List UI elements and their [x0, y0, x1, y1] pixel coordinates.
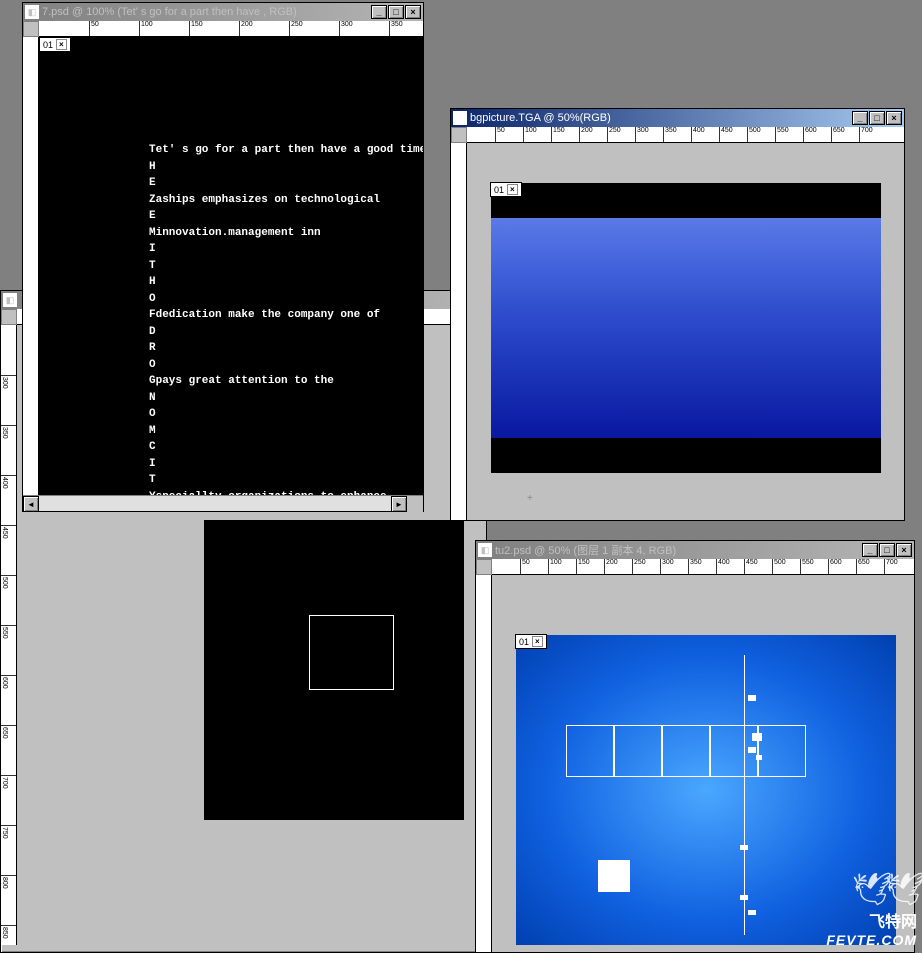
win2-ruler-horizontal[interactable]: 5010015020025030035040045050055060065070…	[467, 127, 904, 143]
win1-titlebar[interactable]: ◧ 7.psd @ 100% (Tet' s go for a part the…	[23, 3, 423, 21]
win3-ruler-vertical[interactable]	[476, 575, 492, 952]
document-tab[interactable]: 01 ×	[39, 37, 71, 52]
app-icon: ◧	[478, 543, 492, 557]
minimize-button[interactable]: _	[862, 543, 878, 557]
document-tab[interactable]: 01 ×	[515, 634, 547, 649]
tab-label: 01	[494, 185, 504, 195]
document-canvas-black	[204, 520, 464, 820]
ruler-corner	[23, 21, 39, 37]
small-square	[756, 755, 762, 760]
app-icon: ◧	[3, 293, 17, 307]
scroll-right-button[interactable]: ►	[391, 496, 407, 512]
gradient-fill	[491, 218, 881, 438]
vertical-guide	[744, 655, 745, 935]
tab-label: 01	[519, 637, 529, 647]
box-row	[566, 725, 806, 777]
ruler-corner	[451, 127, 467, 143]
tab-close-icon[interactable]: ×	[532, 636, 543, 647]
small-square	[752, 733, 762, 741]
minimize-button[interactable]: _	[852, 111, 868, 125]
small-square	[740, 895, 748, 900]
window-7-psd: ◧ 7.psd @ 100% (Tet' s go for a part the…	[22, 2, 424, 512]
win3-ruler-horizontal[interactable]: 5010015020025030035040045050055060065070…	[492, 559, 914, 575]
watermark-url: FEVTE.COM	[826, 932, 917, 948]
app-icon: ◧	[25, 5, 39, 19]
maximize-button[interactable]: □	[879, 543, 895, 557]
ruler-corner	[1, 309, 17, 325]
close-button[interactable]: ×	[886, 111, 902, 125]
ruler-corner	[476, 559, 492, 575]
win1-title: 7.psd @ 100% (Tet' s go for a part then …	[42, 6, 370, 18]
small-square	[748, 695, 756, 701]
maximize-button[interactable]: □	[388, 5, 404, 19]
close-button[interactable]: ×	[896, 543, 912, 557]
solid-square	[598, 860, 630, 892]
small-square	[748, 910, 756, 915]
minimize-button[interactable]: _	[371, 5, 387, 19]
win1-ruler-vertical[interactable]	[23, 37, 39, 495]
maximize-button[interactable]: □	[869, 111, 885, 125]
win3-title: tu2.psd @ 50% (图层 1 副本 4, RGB)	[495, 542, 861, 558]
scroll-left-button[interactable]: ◄	[23, 496, 39, 512]
document-text-content: Tet' s go for a part then have a good ti…	[149, 142, 423, 495]
win1-scrollbar-horizontal[interactable]: ◄ ►	[23, 495, 423, 511]
win2-ruler-vertical[interactable]	[451, 143, 467, 520]
watermark-text: 飞特网	[826, 908, 917, 932]
center-crosshair-icon: +	[527, 493, 537, 503]
app-icon: ◧	[453, 111, 467, 125]
scroll-corner	[407, 496, 423, 512]
wings-icon: 🕊🕊	[826, 870, 917, 908]
win2-canvas[interactable]: 01 × +	[467, 143, 904, 520]
outline-box	[566, 725, 614, 777]
outline-box	[758, 725, 806, 777]
small-square	[740, 845, 748, 850]
win2-title: bgpicture.TGA @ 50%(RGB)	[470, 112, 851, 124]
close-button[interactable]: ×	[405, 5, 421, 19]
small-square	[748, 747, 756, 753]
win1-ruler-horizontal[interactable]: 50100150200250300350	[39, 21, 423, 37]
selection-rectangle[interactable]	[309, 615, 394, 690]
outline-box	[662, 725, 710, 777]
win1-canvas[interactable]: 01 × Tet' s go for a part then have a go…	[39, 37, 423, 495]
document-canvas: 01 ×	[491, 183, 881, 473]
scroll-track[interactable]	[39, 496, 391, 511]
win3-titlebar[interactable]: ◧ tu2.psd @ 50% (图层 1 副本 4, RGB) _ □ ×	[476, 541, 914, 559]
outline-box	[614, 725, 662, 777]
window-bgpicture-tga: ◧ bgpicture.TGA @ 50%(RGB) _ □ × 5010015…	[450, 108, 905, 521]
bg-ruler-vertical[interactable]: 300350400450500550600650700750800850	[1, 325, 17, 945]
tab-close-icon[interactable]: ×	[56, 39, 67, 50]
document-tab[interactable]: 01 ×	[490, 182, 522, 197]
tab-label: 01	[43, 40, 53, 50]
win2-titlebar[interactable]: ◧ bgpicture.TGA @ 50%(RGB) _ □ ×	[451, 109, 904, 127]
tab-close-icon[interactable]: ×	[507, 184, 518, 195]
watermark: 🕊🕊 飞特网 FEVTE.COM	[826, 870, 917, 948]
